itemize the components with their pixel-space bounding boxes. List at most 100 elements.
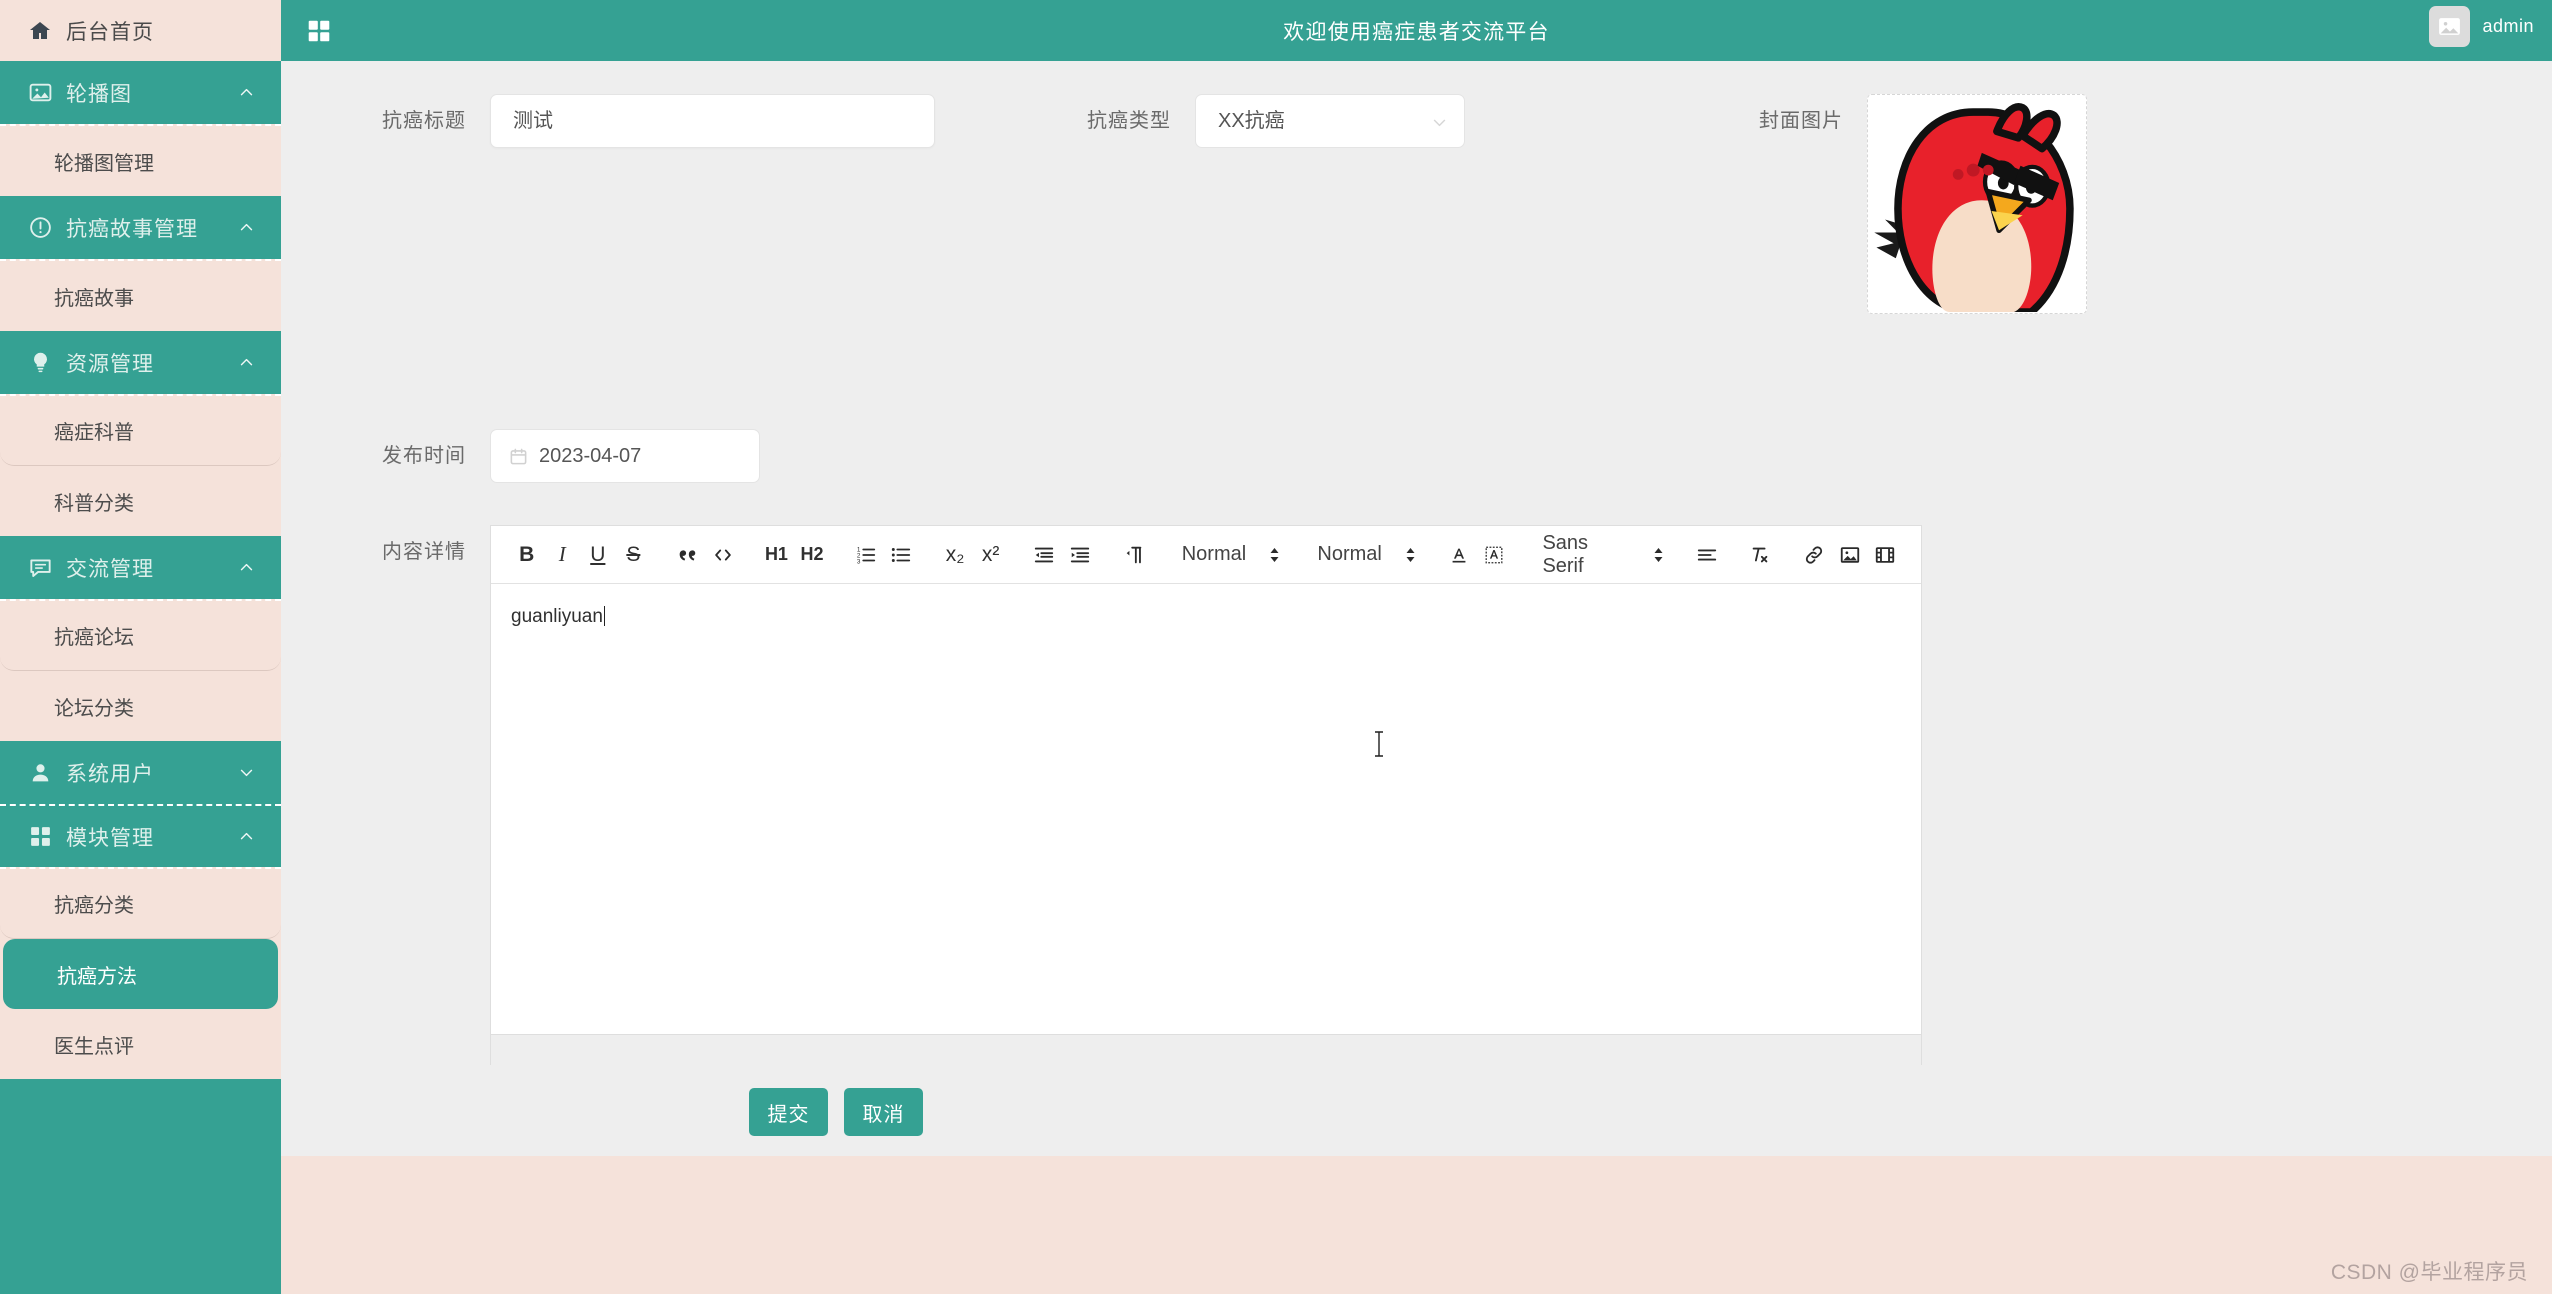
type-select-value: XX抗癌: [1218, 110, 1285, 132]
background-color-button[interactable]: [1477, 535, 1513, 575]
sidebar-item-lunbotu-guanli[interactable]: 轮播图管理: [0, 126, 281, 196]
toolbar-divider: [1287, 554, 1305, 555]
sidebar-item-home[interactable]: 后台首页: [0, 0, 281, 61]
chevron-down-icon: [240, 769, 253, 777]
sidebar-group-jiaoliu: 交流管理 抗癌论坛 论坛分类: [0, 536, 281, 741]
image-icon: [29, 83, 52, 102]
toolbar-divider: [651, 554, 669, 555]
header-2-label: H2: [800, 544, 824, 564]
bold-button[interactable]: B: [509, 535, 545, 575]
editor-content-text: guanliyuan: [511, 606, 603, 627]
sidebar-group-header[interactable]: 轮播图: [0, 61, 281, 124]
italic-button[interactable]: I: [545, 535, 581, 575]
image-icon: [1840, 546, 1859, 563]
topbar: 欢迎使用癌症患者交流平台 admin: [281, 0, 2552, 61]
text-direction-icon: [1126, 546, 1142, 563]
sidebar-group-label: 轮播图: [66, 82, 132, 106]
align-left-icon: [1697, 549, 1716, 560]
cover-image-uploader[interactable]: [1867, 94, 2087, 314]
sidebar-item-label: 论坛分类: [54, 697, 134, 720]
header-select-value: Normal: [1317, 543, 1382, 565]
clear-format-icon: [1753, 547, 1768, 562]
toolbar-divider: [1098, 554, 1116, 555]
user-name-label: admin: [2482, 16, 2534, 36]
alert-circle-icon: [30, 217, 51, 238]
calendar-icon: [510, 448, 527, 464]
code-block-button[interactable]: [705, 535, 741, 575]
background-color-icon: [1485, 546, 1503, 563]
sidebar-item-luntan-fenlei[interactable]: 论坛分类: [0, 671, 281, 741]
sidebar-home-label: 后台首页: [66, 20, 154, 44]
bullet-list-button[interactable]: [884, 535, 920, 575]
header-select[interactable]: Normal: [1305, 535, 1422, 575]
grid-icon: [308, 20, 330, 41]
sidebar-item-label: 医生点评: [54, 1035, 134, 1058]
underline-button[interactable]: U: [580, 535, 616, 575]
sidebar-submenu: 轮播图管理: [0, 124, 281, 196]
strike-button[interactable]: S: [616, 535, 652, 575]
toolbar-divider: [919, 554, 937, 555]
sidebar-group-label: 资源管理: [66, 352, 154, 376]
comment-icon: [30, 559, 51, 577]
updown-caret-icon: [1406, 547, 1415, 562]
editor-content-area[interactable]: guanliyuan: [491, 584, 1921, 1034]
publish-date-value: 2023-04-07: [539, 444, 642, 467]
sidebar-group-header[interactable]: 交流管理: [0, 536, 281, 599]
sidebar-item-kepu-fenlei[interactable]: 科普分类: [0, 466, 281, 536]
chevron-up-icon: [240, 563, 253, 571]
size-select[interactable]: Normal: [1170, 535, 1287, 575]
sidebar-submenu: 抗癌故事: [0, 259, 281, 331]
sidebar: 后台首页 轮播图 轮播图管理 抗癌故事管理 抗癌故事 资源管理 癌症科普 科普分…: [0, 0, 281, 1294]
sidebar-item-aizheng-kepu[interactable]: 癌症科普: [0, 396, 281, 466]
type-select[interactable]: XX抗癌: [1195, 94, 1465, 148]
ordered-list-button[interactable]: 1 2 3: [848, 535, 884, 575]
bullet-list-icon: [892, 547, 911, 562]
superscript-button[interactable]: x²: [973, 535, 1009, 575]
link-button[interactable]: [1796, 535, 1832, 575]
header-1-label: H1: [764, 544, 788, 564]
sidebar-group-header[interactable]: 系统用户: [0, 741, 281, 804]
clear-format-button[interactable]: [1743, 535, 1779, 575]
cancel-button[interactable]: 取消: [844, 1088, 923, 1136]
sidebar-item-yisheng-dianping[interactable]: 医生点评: [0, 1009, 281, 1079]
sidebar-item-label: 科普分类: [54, 492, 134, 515]
header-1-button[interactable]: H1: [759, 535, 795, 575]
insert-image-button[interactable]: [1832, 535, 1868, 575]
updown-caret-icon: [1270, 547, 1279, 562]
blockquote-icon: [679, 549, 696, 560]
form-row-date: 发布时间 2023-04-07: [281, 314, 2552, 483]
title-input[interactable]: 测试: [490, 94, 935, 148]
align-button[interactable]: [1689, 535, 1725, 575]
submit-button[interactable]: 提交: [749, 1088, 828, 1136]
user-menu[interactable]: admin: [2429, 6, 2534, 47]
font-color-button[interactable]: [1441, 535, 1477, 575]
outdent-button[interactable]: [1027, 535, 1063, 575]
code-block-icon: [714, 549, 731, 560]
type-label: 抗癌类型: [1087, 110, 1171, 132]
header-2-button[interactable]: H2: [794, 535, 830, 575]
text-direction-button[interactable]: [1116, 535, 1152, 575]
indent-button[interactable]: [1062, 535, 1098, 575]
editor-bottom-strip: [490, 1035, 1922, 1065]
menu-toggle-button[interactable]: [296, 8, 342, 54]
sidebar-item-kangai-fangfa[interactable]: 抗癌方法: [3, 939, 278, 1009]
sidebar-group-header[interactable]: 模块管理: [0, 804, 281, 867]
ordered-list-icon: 1 2 3: [857, 546, 875, 565]
sidebar-group-xitong-yonghu: 系统用户: [0, 741, 281, 804]
insert-video-button[interactable]: [1868, 535, 1904, 575]
sidebar-group-label: 模块管理: [66, 826, 154, 850]
font-select[interactable]: Sans Serif: [1530, 532, 1670, 577]
sidebar-item-kangai-gushi[interactable]: 抗癌故事: [0, 261, 281, 331]
sidebar-group-header[interactable]: 资源管理: [0, 331, 281, 394]
sidebar-item-kangai-fenlei[interactable]: 抗癌分类: [0, 869, 281, 939]
footer: CSDN @毕业程序员: [281, 1156, 2552, 1294]
content-label: 内容详情: [382, 541, 466, 563]
blockquote-button[interactable]: [669, 535, 705, 575]
page-title: 欢迎使用癌症患者交流平台: [1283, 20, 1550, 44]
sidebar-group-label: 系统用户: [66, 762, 154, 786]
subscript-button[interactable]: x₂: [937, 535, 973, 575]
chevron-down-icon: [1433, 119, 1446, 127]
sidebar-item-kangai-luntan[interactable]: 抗癌论坛: [0, 601, 281, 671]
publish-date-input[interactable]: 2023-04-07: [490, 429, 760, 483]
sidebar-group-header[interactable]: 抗癌故事管理: [0, 196, 281, 259]
